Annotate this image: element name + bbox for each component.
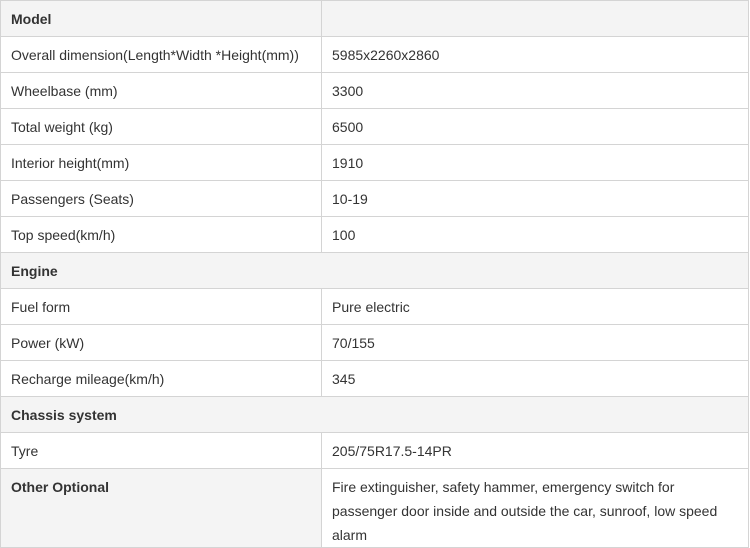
section-row-engine: Engine (0, 252, 749, 289)
table-row: Passengers (Seats) 10-19 (0, 180, 749, 217)
row-value: 70/155 (321, 324, 749, 361)
row-value: Fire extinguisher, safety hammer, emerge… (321, 468, 749, 548)
section-row-chassis: Chassis system (0, 396, 749, 433)
table-row: Total weight (kg) 6500 (0, 108, 749, 145)
section-heading: Engine (0, 252, 749, 289)
row-label: Interior height(mm) (0, 144, 322, 181)
table-row: Wheelbase (mm) 3300 (0, 72, 749, 109)
row-value: 205/75R17.5-14PR (321, 432, 749, 469)
table-row-model: Model (0, 0, 749, 37)
row-label: Total weight (kg) (0, 108, 322, 145)
row-value: 345 (321, 360, 749, 397)
row-value: 100 (321, 216, 749, 253)
table-row: Fuel form Pure electric (0, 288, 749, 325)
row-label: Model (0, 0, 322, 37)
row-label: Wheelbase (mm) (0, 72, 322, 109)
table-row: Interior height(mm) 1910 (0, 144, 749, 181)
row-label: Tyre (0, 432, 322, 469)
row-label: Overall dimension(Length*Width *Height(m… (0, 36, 322, 73)
row-value: 1910 (321, 144, 749, 181)
table-row: Top speed(km/h) 100 (0, 216, 749, 253)
section-heading: Chassis system (0, 396, 749, 433)
row-value: 3300 (321, 72, 749, 109)
row-value: 6500 (321, 108, 749, 145)
table-row: Power (kW) 70/155 (0, 324, 749, 361)
row-label: Passengers (Seats) (0, 180, 322, 217)
row-label: Other Optional (0, 468, 322, 548)
table-row: Tyre 205/75R17.5-14PR (0, 432, 749, 469)
row-value (321, 0, 749, 37)
spec-table: Model Overall dimension(Length*Width *He… (0, 0, 749, 548)
table-row: Recharge mileage(km/h) 345 (0, 360, 749, 397)
row-label: Fuel form (0, 288, 322, 325)
row-label: Top speed(km/h) (0, 216, 322, 253)
row-label: Power (kW) (0, 324, 322, 361)
row-value: 5985x2260x2860 (321, 36, 749, 73)
table-row: Overall dimension(Length*Width *Height(m… (0, 36, 749, 73)
row-label: Recharge mileage(km/h) (0, 360, 322, 397)
row-value: Pure electric (321, 288, 749, 325)
table-row-optional: Other Optional Fire extinguisher, safety… (0, 468, 749, 548)
row-value: 10-19 (321, 180, 749, 217)
